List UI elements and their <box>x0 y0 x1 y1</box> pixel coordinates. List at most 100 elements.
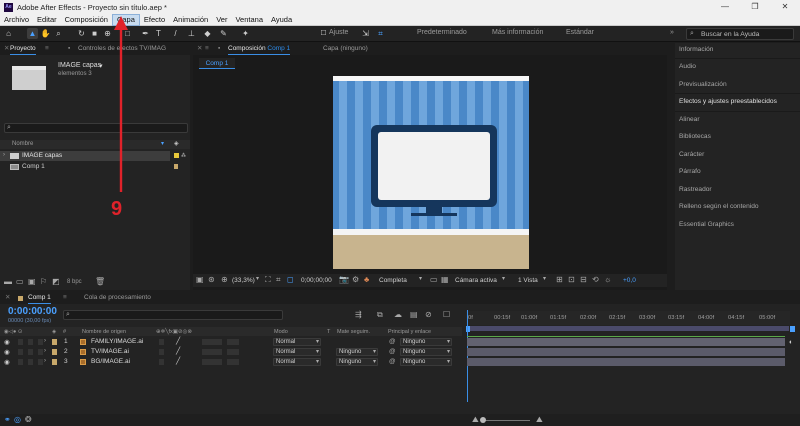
parent-pickwhip-icon[interactable]: @ <box>389 348 396 355</box>
roi-icon[interactable]: ▭ <box>430 275 438 284</box>
workspaces-more-icon[interactable]: » <box>670 29 674 36</box>
switches-group[interactable] <box>202 339 222 345</box>
solo-toggle[interactable] <box>28 359 33 365</box>
panel-parrafo[interactable]: Párrafo <box>679 168 701 175</box>
snap-options-icon[interactable]: ⇲ <box>360 28 371 39</box>
exposure-icon[interactable]: ☼ <box>604 275 611 284</box>
snap-checkbox[interactable]: ☐ <box>318 28 329 39</box>
switch-shy[interactable] <box>159 359 164 365</box>
layer-switches-icon[interactable]: ⚭ <box>4 415 11 424</box>
switch-shy[interactable] <box>159 349 164 355</box>
magnify-icon[interactable]: ⊕ <box>221 275 228 284</box>
panel-previsualizacion[interactable]: Previsualización <box>679 81 727 88</box>
rotate-tool-icon[interactable]: ↻ <box>76 28 87 39</box>
layer-name[interactable]: FAMILY/IMAGE.ai <box>91 338 143 345</box>
tab-capa[interactable]: Capa (ninguno) <box>323 43 368 55</box>
adjust-icon[interactable]: ◩ <box>52 277 60 286</box>
workspace-predeterminado[interactable]: Predeterminado <box>417 29 467 36</box>
timeline-zoom-thumb[interactable] <box>480 417 486 423</box>
tab-cola-procesamiento[interactable]: Cola de procesamiento <box>84 292 151 304</box>
layer-track-2[interactable] <box>467 348 785 356</box>
transfer-controls-icon[interactable]: ◎ <box>14 415 21 424</box>
brush-tool-icon[interactable]: / <box>170 28 181 39</box>
lock-icon[interactable]: ▪ <box>218 43 220 55</box>
panel-menu-icon[interactable]: ≡ <box>45 43 49 55</box>
home-icon[interactable]: ⌂ <box>3 28 14 39</box>
clone-stamp-tool-icon[interactable]: ⊥ <box>186 28 197 39</box>
lock-toggle[interactable] <box>38 349 43 355</box>
close-button[interactable]: ✕ <box>770 0 800 14</box>
resolution-select[interactable]: Completa <box>379 277 407 284</box>
lock-toggle[interactable] <box>38 339 43 345</box>
panel-rastreador[interactable]: Rastreador <box>679 186 712 193</box>
visibility-icon[interactable]: ◉ <box>4 358 10 366</box>
switches-group[interactable] <box>227 339 239 345</box>
snapshot-icon[interactable]: 📷 <box>339 275 349 284</box>
parent-pickwhip-icon[interactable]: @ <box>389 338 396 345</box>
switch-quality-icon[interactable]: ╱ <box>176 347 180 355</box>
switch-quality-icon[interactable]: ╱ <box>176 357 180 365</box>
tab-timeline-comp[interactable]: Comp 1 <box>28 292 51 304</box>
panel-relleno[interactable]: Relleno según el contenido <box>679 203 759 210</box>
camera-tool-icon[interactable]: ■ <box>89 28 100 39</box>
sort-icon[interactable]: ▾ <box>161 140 164 147</box>
zoom-tool-icon[interactable]: ⌕ <box>53 28 64 39</box>
table-row[interactable]: ◉ › 2 TV/IMAGE.ai ╱ Normal Ninguno @ Nin… <box>0 348 462 357</box>
type-tool-icon[interactable]: T <box>153 28 164 39</box>
guides-icon[interactable]: ⊛ <box>208 275 215 284</box>
camera-select[interactable]: Cámara activa <box>455 277 497 284</box>
parent-select[interactable]: Ninguno <box>400 338 452 346</box>
expand-arrow-icon[interactable]: › <box>3 152 5 158</box>
transparency-grid-icon[interactable]: ▦ <box>441 275 449 284</box>
col-source-name[interactable]: Nombre de origen <box>82 329 126 335</box>
item-dropdown-icon[interactable]: ▾ <box>99 62 103 70</box>
panel-informacion[interactable]: Información <box>679 46 713 53</box>
switches-group[interactable] <box>227 349 239 355</box>
workspace-estandar[interactable]: Estándar <box>566 29 594 36</box>
work-area-end-handle[interactable] <box>790 326 795 332</box>
comp-timecode[interactable]: 0;00;00;00 <box>301 277 332 284</box>
comp-panel-close-icon[interactable]: ✕ <box>197 43 202 55</box>
timeline-close-icon[interactable]: ✕ <box>5 292 10 304</box>
switch-shy[interactable] <box>159 339 164 345</box>
timeline-zoom-slider[interactable] <box>485 420 530 421</box>
menu-archivo[interactable]: Archivo <box>0 14 33 26</box>
expand-arrow-icon[interactable]: › <box>44 338 46 344</box>
comp-panel-menu-icon[interactable]: ≡ <box>205 43 209 55</box>
views-select[interactable]: 1 Vista <box>518 277 538 284</box>
channel-icon[interactable]: ♣ <box>364 275 369 284</box>
hand-tool-icon[interactable]: ✋ <box>40 28 51 39</box>
show-snapshot-icon[interactable]: ⚙ <box>352 275 359 284</box>
mode-select[interactable]: Normal <box>273 348 321 356</box>
expand-arrow-icon[interactable]: › <box>44 348 46 354</box>
panel-essential-graphics[interactable]: Essential Graphics <box>679 221 734 228</box>
fast-previews-icon[interactable]: ⊞ <box>556 275 563 284</box>
in-out-icon[interactable]: ❂ <box>25 415 32 424</box>
zoom-out-icon[interactable]: ⛰ <box>472 415 479 425</box>
parent-select[interactable]: Ninguno <box>400 358 452 366</box>
mode-select[interactable]: Normal <box>273 338 321 346</box>
panel-audio[interactable]: Audio <box>679 63 696 70</box>
audio-toggle[interactable] <box>18 349 23 355</box>
composition-canvas[interactable] <box>333 76 529 269</box>
new-comp-icon[interactable]: ▣ <box>28 277 36 286</box>
layer-color-label[interactable] <box>52 349 57 355</box>
roto-brush-tool-icon[interactable]: ✎ <box>218 28 229 39</box>
zoom-dropdown-icon[interactable]: ▾ <box>256 275 259 282</box>
timeline-icon[interactable]: ⊡ <box>568 275 575 284</box>
matte-select[interactable]: Ninguno <box>336 358 378 366</box>
panel-close-icon[interactable]: ✕ <box>4 43 9 55</box>
menu-efecto[interactable]: Efecto <box>140 14 169 26</box>
list-item[interactable]: › IMAGE capas <box>0 151 170 161</box>
expand-arrow-icon[interactable]: › <box>44 358 46 364</box>
tab-proyecto[interactable]: Proyecto <box>10 43 36 55</box>
parent-pickwhip-icon[interactable]: @ <box>389 358 396 365</box>
views-dropdown-icon[interactable]: ▾ <box>543 275 546 282</box>
switches-group[interactable] <box>227 359 239 365</box>
new-folder-icon[interactable]: ▭ <box>16 277 24 286</box>
reset-exposure-icon[interactable]: ⟲ <box>592 275 599 284</box>
motion-blur-icon[interactable]: ⊘ <box>425 310 432 319</box>
grid-icon[interactable]: ⌗ <box>276 275 281 285</box>
always-preview-icon[interactable]: ▣ <box>196 275 204 284</box>
camera-dropdown-icon[interactable]: ▾ <box>502 275 505 282</box>
